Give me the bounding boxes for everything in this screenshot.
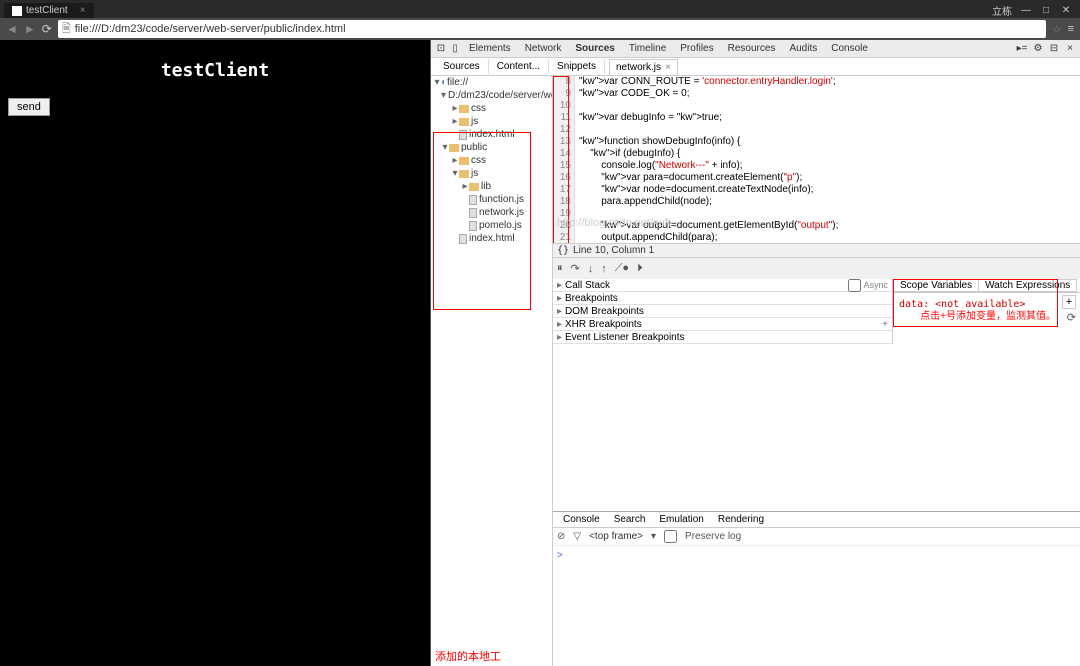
annotation-text-1: 添加的本地工 bbox=[435, 648, 501, 664]
open-file-tab[interactable]: network.js × bbox=[609, 59, 678, 75]
step-into-icon[interactable]: ↓ bbox=[588, 263, 594, 275]
subtab-snippets[interactable]: Snippets bbox=[549, 59, 605, 74]
annotation-text-3: 点击+号添加变量，监测其值。 bbox=[920, 307, 1056, 322]
browser-tab[interactable]: testClient × bbox=[4, 3, 94, 18]
subtab-content[interactable]: Content... bbox=[489, 59, 549, 74]
add-watch-button[interactable]: + bbox=[1062, 295, 1076, 309]
subtab-sources[interactable]: Sources bbox=[435, 59, 489, 74]
tab-scope-vars[interactable]: Scope Variables bbox=[893, 279, 978, 292]
preserve-log-checkbox[interactable] bbox=[664, 530, 677, 543]
debug-toolbar: ⏸ ↷ ↓ ↑ ⟋● ⏵ bbox=[553, 257, 1080, 279]
code-editor[interactable]: 8910111213141516171819202122232425262728… bbox=[553, 76, 1080, 243]
inspect-icon[interactable]: ⊡ bbox=[435, 43, 447, 55]
tree-lib[interactable]: ▸lib bbox=[431, 180, 552, 193]
page-icon bbox=[12, 6, 22, 16]
add-xhr-icon[interactable]: + bbox=[882, 319, 888, 330]
console-input[interactable]: > bbox=[553, 546, 1080, 666]
panel-event-bp[interactable]: ▸Event Listener Breakpoints bbox=[553, 331, 892, 344]
tree-index2[interactable]: index.html bbox=[431, 232, 552, 245]
tree-public[interactable]: ▾public bbox=[431, 141, 552, 154]
file-navigator: ▾◐ file:// ▾D:/dm23/code/server/we ▸css … bbox=[431, 76, 553, 666]
close-file-icon[interactable]: × bbox=[665, 62, 671, 73]
send-button[interactable]: send bbox=[8, 98, 50, 116]
drawer-tab-emulation[interactable]: Emulation bbox=[653, 514, 709, 525]
drawer-icon[interactable]: ▸= bbox=[1016, 43, 1028, 55]
page-viewport: testClient send bbox=[0, 40, 430, 666]
url-bar[interactable]: 🗎 file:///D:/dm23/code/server/web-server… bbox=[58, 20, 1046, 38]
braces-icon[interactable]: {} bbox=[557, 245, 569, 256]
file-icon: 🗎 bbox=[62, 20, 71, 39]
url-text: file:///D:/dm23/code/server/web-server/p… bbox=[75, 23, 346, 35]
clear-console-icon[interactable]: ⊘ bbox=[557, 531, 565, 542]
frame-dropdown-icon[interactable]: ▾ bbox=[651, 531, 656, 542]
async-checkbox[interactable] bbox=[848, 279, 861, 292]
tree-index1[interactable]: index.html bbox=[431, 128, 552, 141]
panel-call-stack[interactable]: ▸Call StackAsync bbox=[553, 279, 892, 292]
cursor-status: Line 10, Column 1 bbox=[573, 245, 654, 256]
tab-audits[interactable]: Audits bbox=[783, 41, 823, 56]
code-content: "kw">var CONN_ROUTE = 'connector.entryHa… bbox=[575, 76, 1080, 243]
pause-exceptions-icon[interactable]: ⏵ bbox=[637, 262, 643, 275]
devtools-panel: ⊡ ▯ Elements Network Sources Timeline Pr… bbox=[430, 40, 1080, 666]
tab-elements[interactable]: Elements bbox=[463, 41, 517, 56]
panel-xhr-bp[interactable]: ▸XHR Breakpoints+ bbox=[553, 318, 892, 331]
step-over-icon[interactable]: ↷ bbox=[571, 262, 580, 275]
minimize-icon[interactable]: — bbox=[1020, 5, 1032, 17]
profile-label: 立栋 bbox=[992, 3, 1012, 18]
forward-icon[interactable]: ► bbox=[24, 22, 36, 36]
maximize-icon[interactable]: □ bbox=[1040, 5, 1052, 17]
bookmark-icon[interactable]: ☆ bbox=[1052, 23, 1062, 36]
tree-function[interactable]: function.js bbox=[431, 193, 552, 206]
tree-css1[interactable]: ▸css bbox=[431, 102, 552, 115]
tree-js1[interactable]: ▸js bbox=[431, 115, 552, 128]
tree-pomelo[interactable]: pomelo.js bbox=[431, 219, 552, 232]
tab-timeline[interactable]: Timeline bbox=[623, 41, 672, 56]
tree-network[interactable]: network.js bbox=[431, 206, 552, 219]
menu-icon[interactable]: ≡ bbox=[1068, 23, 1074, 35]
drawer-tab-search[interactable]: Search bbox=[608, 514, 652, 525]
tab-watch-expr[interactable]: Watch Expressions bbox=[978, 279, 1077, 292]
tree-css2[interactable]: ▸css bbox=[431, 154, 552, 167]
line-gutter[interactable]: 8910111213141516171819202122232425262728… bbox=[553, 76, 575, 243]
panel-breakpoints[interactable]: ▸Breakpoints bbox=[553, 292, 892, 305]
tree-js2[interactable]: ▾js bbox=[431, 167, 552, 180]
pause-icon[interactable]: ⏸ bbox=[557, 262, 563, 275]
tab-sources[interactable]: Sources bbox=[569, 41, 620, 56]
drawer-tab-rendering[interactable]: Rendering bbox=[712, 514, 770, 525]
filter-icon[interactable]: ▽ bbox=[573, 531, 581, 542]
file-tab-label: network.js bbox=[616, 62, 661, 73]
deactivate-icon[interactable]: ⟋● bbox=[615, 262, 629, 275]
back-icon[interactable]: ◄ bbox=[6, 22, 18, 36]
reload-icon[interactable]: ⟳ bbox=[42, 22, 52, 36]
frame-selector[interactable]: <top frame> bbox=[589, 531, 643, 542]
page-heading: testClient bbox=[12, 60, 418, 81]
tab-console[interactable]: Console bbox=[825, 41, 874, 56]
close-devtools-icon[interactable]: × bbox=[1064, 43, 1076, 55]
dock-icon[interactable]: ⊟ bbox=[1048, 43, 1060, 55]
settings-icon[interactable]: ⚙ bbox=[1032, 43, 1044, 55]
tab-resources[interactable]: Resources bbox=[722, 41, 782, 56]
drawer-tab-console[interactable]: Console bbox=[557, 514, 606, 525]
console-prompt: > bbox=[557, 550, 563, 561]
close-icon[interactable]: × bbox=[80, 5, 86, 16]
tab-network[interactable]: Network bbox=[519, 41, 568, 56]
preserve-log-label: Preserve log bbox=[685, 531, 741, 542]
step-out-icon[interactable]: ↑ bbox=[601, 263, 607, 275]
tree-root[interactable]: ▾◐ file:// bbox=[431, 76, 552, 89]
tree-workspace[interactable]: ▾D:/dm23/code/server/we bbox=[431, 89, 552, 102]
close-window-icon[interactable]: ✕ bbox=[1060, 5, 1072, 17]
panel-dom-bp[interactable]: ▸DOM Breakpoints bbox=[553, 305, 892, 318]
tab-title: testClient bbox=[26, 5, 68, 16]
tab-profiles[interactable]: Profiles bbox=[674, 41, 719, 56]
refresh-watch-icon[interactable]: ⟳ bbox=[1067, 311, 1076, 324]
device-icon[interactable]: ▯ bbox=[449, 43, 461, 55]
